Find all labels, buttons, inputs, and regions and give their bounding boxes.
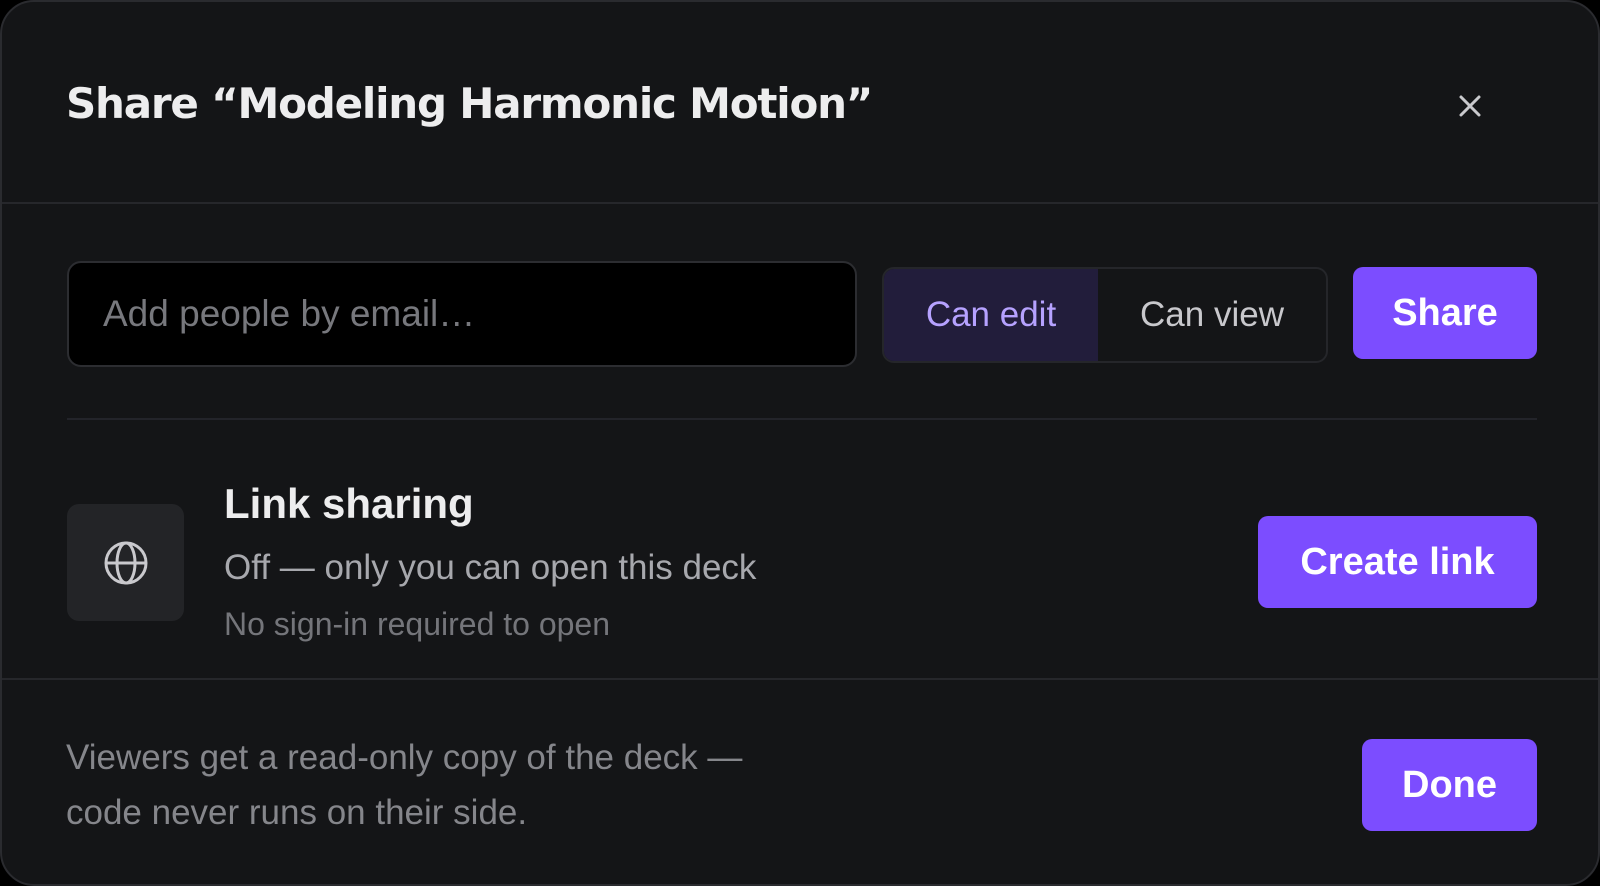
permission-toggle: Can edit Can view <box>882 267 1328 363</box>
create-link-button[interactable]: Create link <box>1258 516 1537 608</box>
section-divider <box>67 418 1537 420</box>
footer-note: Viewers get a read-only copy of the deck… <box>66 738 743 832</box>
share-dialog: Share “Modeling Harmonic Motion” Can edi… <box>0 0 1600 886</box>
permission-can-edit[interactable]: Can edit <box>884 269 1098 361</box>
link-sharing-icon-tile <box>67 504 184 621</box>
permission-can-view[interactable]: Can view <box>1098 269 1326 361</box>
close-icon <box>1459 95 1481 117</box>
link-sharing-note: No sign-in required to open <box>224 606 611 642</box>
link-sharing-title: Link sharing <box>224 480 474 527</box>
globe-icon <box>104 541 147 584</box>
done-button[interactable]: Done <box>1362 739 1537 831</box>
share-button[interactable]: Share <box>1353 267 1537 359</box>
dialog-footer: Viewers get a read-only copy of the deck… <box>2 678 1598 884</box>
link-sharing-status: Off — only you can open this deck <box>224 548 757 587</box>
close-button[interactable] <box>1450 86 1490 126</box>
email-input[interactable] <box>67 261 857 367</box>
dialog-header: Share “Modeling Harmonic Motion” <box>2 2 1598 204</box>
dialog-title: Share “Modeling Harmonic Motion” <box>66 79 873 128</box>
